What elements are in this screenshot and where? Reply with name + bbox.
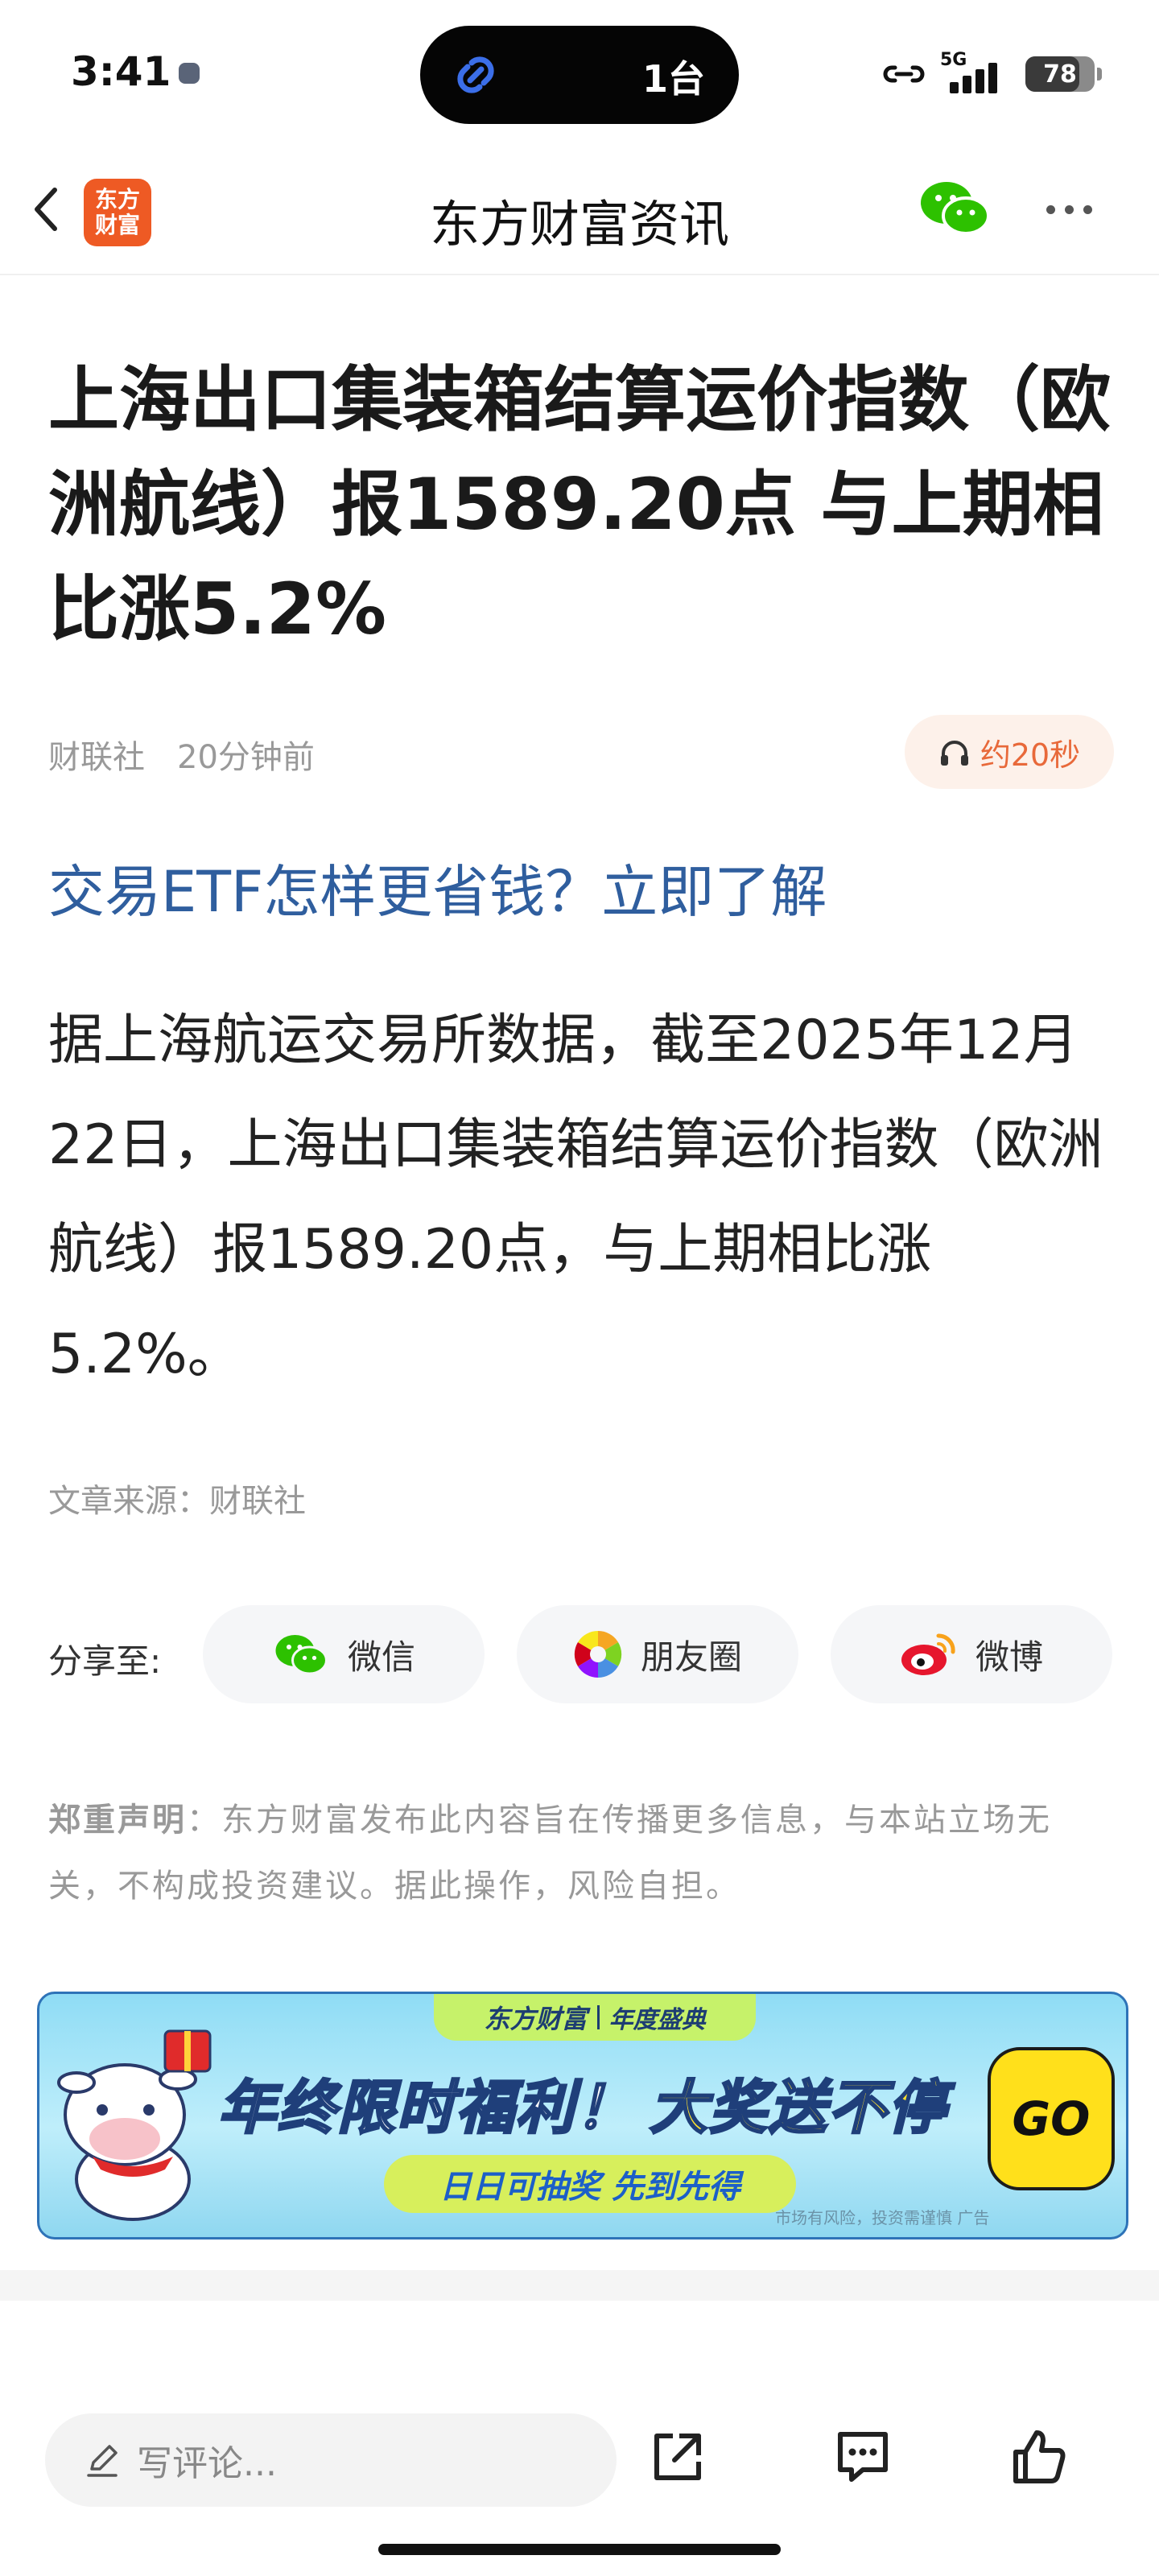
moments-icon [574,1630,622,1678]
banner-headline: 年终限时福利！ 大奖送不停 [217,2060,948,2145]
share-label: 分享至: [48,1641,162,1681]
share-moments-label: 朋友圈 [640,1637,742,1677]
article-meta: 财联社 20分钟前 [48,731,315,778]
banner-go-button[interactable]: GO [988,2047,1115,2190]
status-indicators: 5G 78 [881,50,1102,98]
banner-brand-tab: 东方财富 年度盛典 [434,1994,756,2041]
banner-headline-b: 大奖送不停 [649,2073,948,2143]
dot-icon [1083,204,1092,214]
share-wechat-label: 微信 [347,1637,415,1677]
battery-level: 78 [1043,60,1077,89]
nav-bar: 东方 财富 东方财富资讯 [0,145,1159,275]
share-wechat-button[interactable]: 微信 [203,1605,485,1703]
comment-placeholder: 写评论... [137,2443,277,2484]
cow-mascot-icon [57,2029,212,2221]
bottom-bar: 写评论... [0,2383,1159,2576]
battery-icon: 78 [1025,56,1102,92]
disclaimer-heading: 郑重声明 [48,1802,187,1839]
listen-button[interactable]: 约20秒 [905,715,1114,789]
banner-headline-a: 年终限时福利！ [217,2073,636,2143]
wechat-icon [275,1635,328,1675]
dynamic-island[interactable]: 1台 [420,26,739,124]
banner-go-label: GO [1012,2091,1091,2146]
status-time: 3:41 [71,48,171,95]
thumbs-up-icon[interactable] [1006,2425,1070,2489]
share-weibo-label: 微博 [975,1637,1043,1677]
banner-subtitle: 年度盛典 [608,2006,706,2034]
share-weibo-button[interactable]: 微博 [831,1605,1112,1703]
banner-risk-notice: 市场有风险，投资需谨慎 广告 [775,2208,990,2227]
share-icon[interactable] [645,2425,710,2489]
banner-pill-text: 日日可抽奖 先到先得 [439,2169,740,2206]
comment-input[interactable]: 写评论... [45,2413,617,2507]
link-icon [457,56,494,93]
status-bar: 3:41 1台 5G 78 [0,0,1159,145]
more-options-button[interactable] [1046,193,1111,225]
dot-icon [1065,204,1074,214]
article-title: 上海出口集装箱结算运价指数（欧洲航线）报1589.20点 与上期相比涨5.2% [48,358,1112,650]
listen-duration: 约20秒 [980,737,1081,773]
home-indicator[interactable] [378,2544,781,2555]
island-label: 1台 [641,57,705,101]
article-body: 据上海航运交易所数据，截至2025年12月22日，上海出口集装箱结算运价指数（欧… [48,1009,1103,1386]
banner-pill: 日日可抽奖 先到先得 [384,2155,796,2213]
disclaimer: 郑重声明：东方财富发布此内容旨在传播更多信息，与本站立场无关，不构成投资建议。据… [48,1787,1119,1919]
share-moments-button[interactable]: 朋友圈 [517,1605,798,1703]
notification-icon [179,63,200,84]
dot-icon [1046,204,1055,214]
weibo-icon [901,1633,955,1675]
comments-icon[interactable] [831,2425,895,2489]
promo-banner[interactable]: 东方财富 年度盛典 年终限时福利！ 大奖送不停 日日可抽奖 先到先得 GO 市场有… [37,1992,1128,2240]
pencil-icon [87,2445,118,2477]
section-divider [0,2270,1159,2301]
wechat-share-icon[interactable] [916,175,993,240]
article-source-line: 文章来源：财联社 [48,1483,306,1520]
banner-divider [596,2005,600,2029]
cellular-signal-icon: 5G [940,50,1013,95]
banner-brand: 东方财富 [484,2004,588,2034]
article-time: 20分钟前 [177,739,315,776]
etf-promo-link[interactable]: 交易ETF怎样更省钱？立即了解 [48,847,827,928]
headphones-icon [940,741,968,766]
hotspot-link-icon [883,65,925,83]
disclaimer-text: ：东方财富发布此内容旨在传播更多信息，与本站立场无关，不构成投资建议。据此操作，… [48,1802,1052,1905]
article-source[interactable]: 财联社 [48,739,145,776]
